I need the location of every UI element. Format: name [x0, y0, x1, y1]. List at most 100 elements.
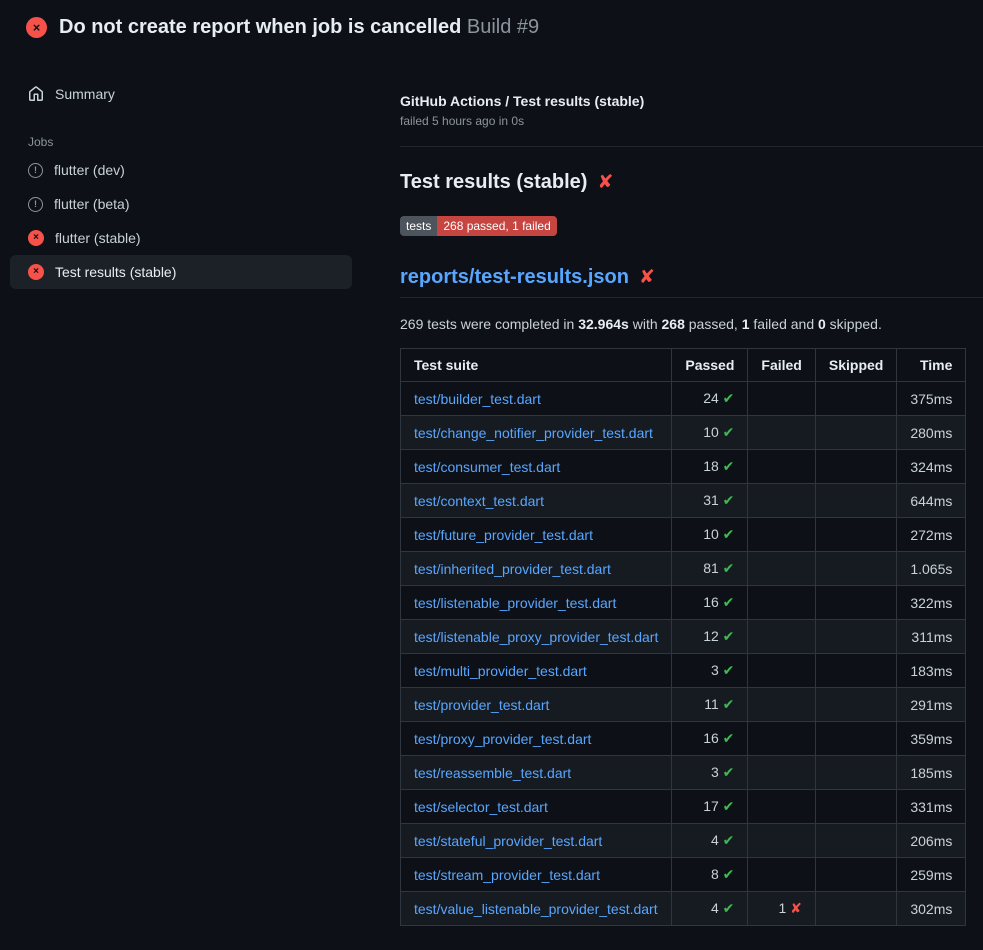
- suite-link[interactable]: test/consumer_test.dart: [414, 459, 560, 475]
- suite-cell: test/consumer_test.dart: [401, 450, 672, 484]
- skipped-cell: [815, 756, 896, 790]
- time-value: 1.065s: [910, 561, 952, 577]
- time-value: 324ms: [910, 459, 952, 475]
- results-table: Test suite Passed Failed Skipped Time te…: [400, 348, 966, 926]
- suite-link[interactable]: test/selector_test.dart: [414, 799, 548, 815]
- suite-cell: test/provider_test.dart: [401, 688, 672, 722]
- suite-cell: test/proxy_provider_test.dart: [401, 722, 672, 756]
- sidebar-item-summary[interactable]: Summary: [10, 77, 352, 111]
- suite-link[interactable]: test/multi_provider_test.dart: [414, 663, 587, 679]
- check-icon: ✔: [723, 560, 735, 576]
- suite-link[interactable]: test/change_notifier_provider_test.dart: [414, 425, 653, 441]
- suite-link[interactable]: test/stream_provider_test.dart: [414, 867, 600, 883]
- time-value: 331ms: [910, 799, 952, 815]
- sidebar-item-flutter-dev[interactable]: ! flutter (dev): [10, 153, 352, 187]
- summary-text: 269 tests were completed in: [400, 316, 578, 332]
- time-value: 272ms: [910, 527, 952, 543]
- passed-cell: 16 ✔: [672, 722, 748, 756]
- passed-cell: 81 ✔: [672, 552, 748, 586]
- time-cell: 183ms: [897, 654, 966, 688]
- check-run-title: Do not create report when job is cancell…: [59, 16, 461, 38]
- sidebar-item-test-results-stable[interactable]: × Test results (stable): [10, 255, 352, 289]
- summary-text: passed,: [685, 316, 742, 332]
- section-title-text: Test results (stable): [400, 171, 587, 194]
- sidebar-item-flutter-beta[interactable]: ! flutter (beta): [10, 187, 352, 221]
- check-icon: ✔: [723, 798, 735, 814]
- passed-count: 31: [703, 492, 719, 508]
- suite-link[interactable]: test/builder_test.dart: [414, 391, 541, 407]
- time-cell: 206ms: [897, 824, 966, 858]
- suite-link[interactable]: test/future_provider_test.dart: [414, 527, 593, 543]
- failed-cell: [748, 484, 815, 518]
- suite-link[interactable]: test/reassemble_test.dart: [414, 765, 571, 781]
- passed-cell: 3 ✔: [672, 654, 748, 688]
- time-cell: 272ms: [897, 518, 966, 552]
- jobs-section-heading: Jobs: [10, 125, 352, 153]
- suite-cell: test/multi_provider_test.dart: [401, 654, 672, 688]
- suite-link[interactable]: test/context_test.dart: [414, 493, 544, 509]
- passed-cell: 10 ✔: [672, 518, 748, 552]
- suite-link[interactable]: test/listenable_proxy_provider_test.dart: [414, 629, 658, 645]
- suite-link[interactable]: test/value_listenable_provider_test.dart: [414, 901, 658, 917]
- time-value: 183ms: [910, 663, 952, 679]
- summary-line: 269 tests were completed in 32.964s with…: [400, 316, 951, 332]
- section-title: Test results (stable) ✘: [400, 171, 951, 194]
- table-row: test/proxy_provider_test.dart16 ✔359ms: [401, 722, 966, 756]
- failed-cell: [748, 416, 815, 450]
- skipped-cell: [815, 620, 896, 654]
- x-icon: ✘: [790, 900, 802, 916]
- suite-cell: test/stateful_provider_test.dart: [401, 824, 672, 858]
- check-icon: ✔: [723, 696, 735, 712]
- suite-link[interactable]: test/listenable_provider_test.dart: [414, 595, 616, 611]
- col-header-passed: Passed: [672, 349, 748, 382]
- table-row: test/selector_test.dart17 ✔331ms: [401, 790, 966, 824]
- failed-cell: [748, 688, 815, 722]
- passed-count: 4: [711, 900, 719, 916]
- table-row: test/inherited_provider_test.dart 81 ✔ 1.0…: [401, 552, 966, 586]
- passed-count: 16: [703, 730, 719, 746]
- check-icon: ✔: [723, 764, 735, 780]
- time-cell: 331ms: [897, 790, 966, 824]
- failed-cell: [748, 382, 815, 416]
- skipped-cell: [815, 790, 896, 824]
- failed-cell: [748, 620, 815, 654]
- passed-count: 81: [703, 560, 719, 576]
- suite-link[interactable]: test/proxy_provider_test.dart: [414, 731, 591, 747]
- table-row: test/provider_test.dart11 ✔291ms: [401, 688, 966, 722]
- time-value: 311ms: [911, 629, 952, 645]
- skipped-cell: [815, 824, 896, 858]
- cancelled-status-icon: !: [28, 197, 43, 212]
- summary-skipped-count: 0: [818, 316, 826, 332]
- time-cell: 324ms: [897, 450, 966, 484]
- col-header-test-suite: Test suite: [401, 349, 672, 382]
- sidebar-item-flutter-stable[interactable]: × flutter (stable): [10, 221, 352, 255]
- suite-link[interactable]: test/provider_test.dart: [414, 697, 549, 713]
- suite-cell: test/stream_provider_test.dart: [401, 858, 672, 892]
- passed-count: 18: [703, 458, 719, 474]
- time-cell: 280ms: [897, 416, 966, 450]
- table-row: test/stateful_provider_test.dart4 ✔206ms: [401, 824, 966, 858]
- table-row: test/listenable_provider_test.dart16 ✔32…: [401, 586, 966, 620]
- time-cell: 375ms: [897, 382, 966, 416]
- time-value: 280ms: [910, 425, 952, 441]
- summary-passed-count: 268: [662, 316, 685, 332]
- report-heading: reports/test-results.json ✘: [400, 266, 983, 298]
- badge-label: tests: [400, 216, 437, 236]
- suite-cell: test/change_notifier_provider_test.dart: [401, 416, 672, 450]
- failed-cell: [748, 756, 815, 790]
- check-icon: ✔: [723, 662, 735, 678]
- passed-cell: 4 ✔: [672, 892, 748, 926]
- suite-link[interactable]: test/inherited_provider_test.dart: [414, 561, 611, 577]
- failed-count: 1: [778, 900, 786, 916]
- page-title: Do not create report when job is cancell…: [59, 16, 539, 39]
- suite-link[interactable]: test/stateful_provider_test.dart: [414, 833, 602, 849]
- table-row: test/multi_provider_test.dart 3 ✔ 183ms: [401, 654, 966, 688]
- time-cell: 311ms: [897, 620, 966, 654]
- table-row: test/future_provider_test.dart 10 ✔ 272ms: [401, 518, 966, 552]
- skipped-cell: [815, 450, 896, 484]
- skipped-cell: [815, 552, 896, 586]
- time-value: 322ms: [910, 595, 952, 611]
- suite-cell: test/reassemble_test.dart: [401, 756, 672, 790]
- report-link[interactable]: reports/test-results.json: [400, 266, 629, 289]
- table-row: test/value_listenable_provider_test.dart…: [401, 892, 966, 926]
